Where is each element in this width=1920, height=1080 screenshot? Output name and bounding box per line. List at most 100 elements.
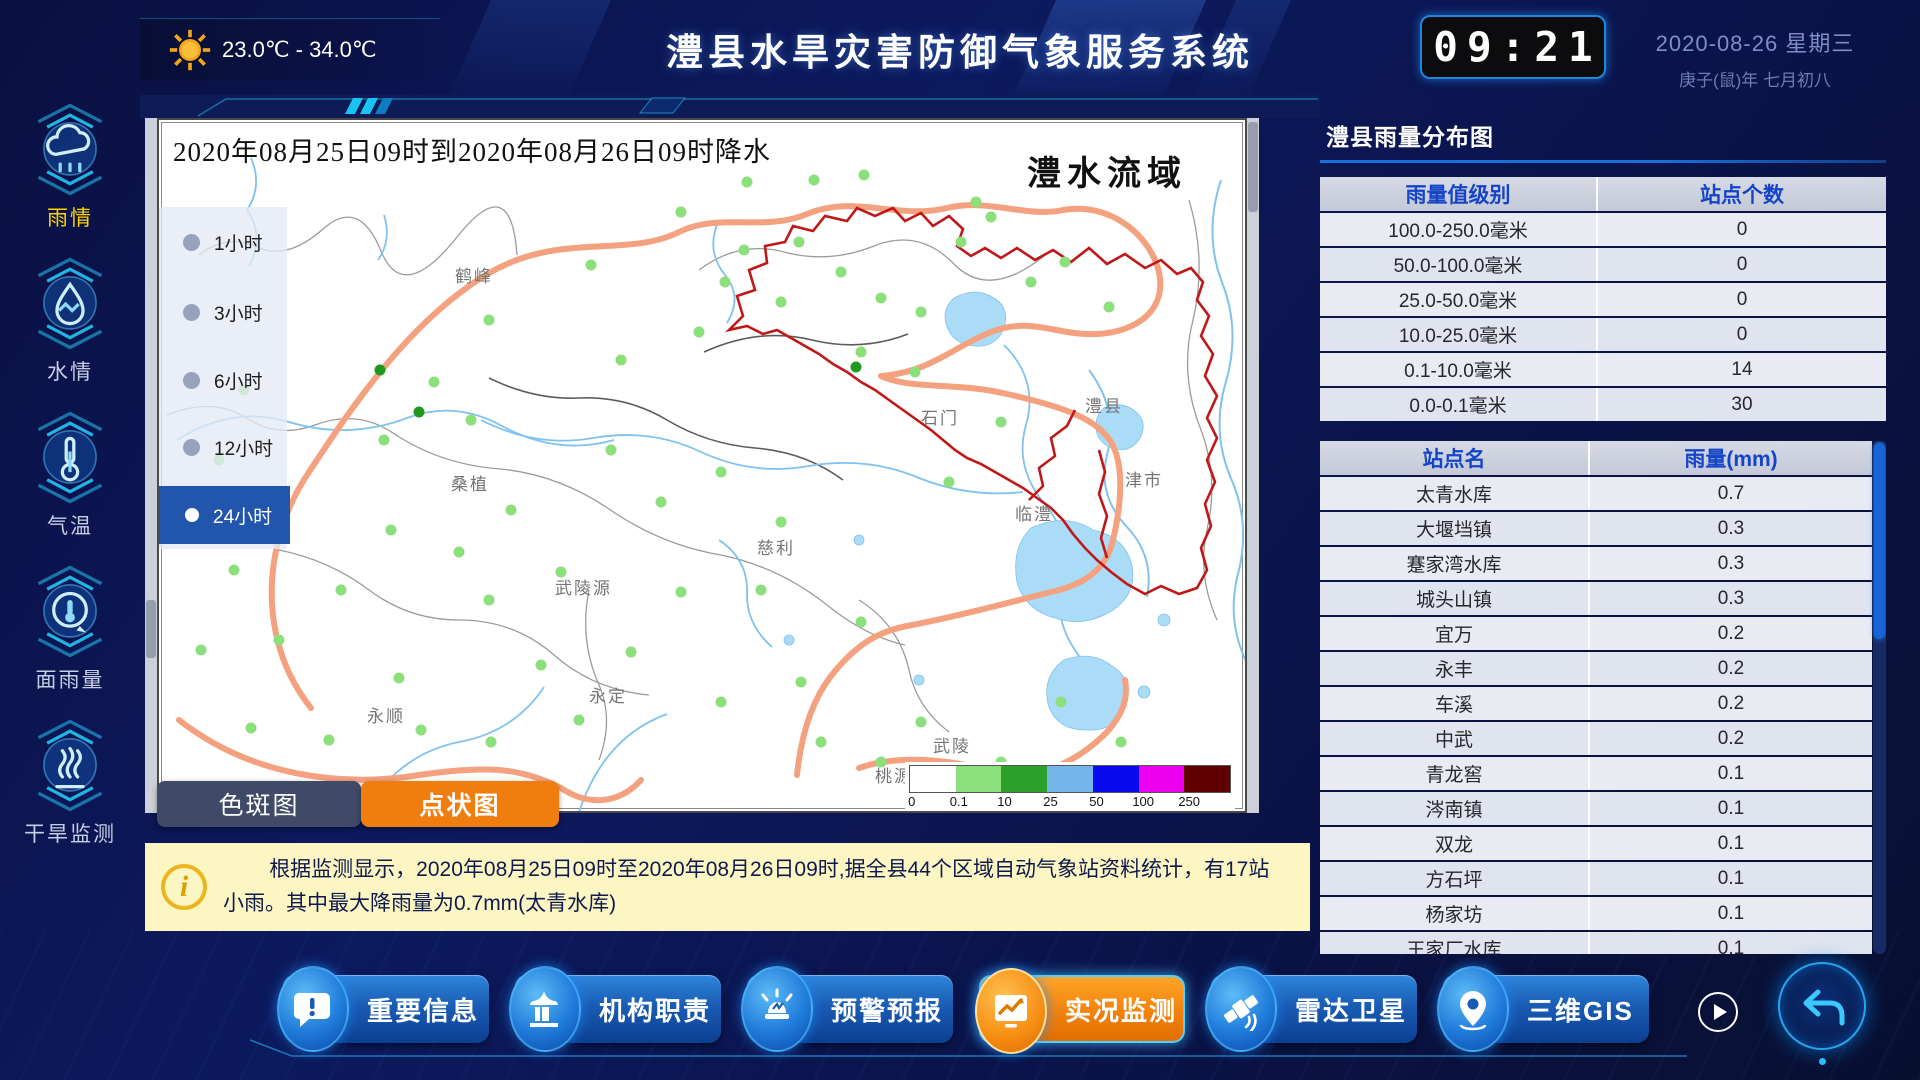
cell-label: 双龙 xyxy=(1320,827,1588,860)
time-option-6小时[interactable]: 6小时 xyxy=(159,351,287,409)
time-option-24小时[interactable]: 24小时 xyxy=(159,486,290,544)
station-dot xyxy=(876,757,887,768)
station-dot xyxy=(1104,302,1115,313)
nav-button-5[interactable]: 三维GIS xyxy=(1443,975,1649,1043)
city-label-澧县: 澧县 xyxy=(1085,397,1123,416)
satellite-icon xyxy=(1219,987,1263,1031)
play-icon xyxy=(1714,1004,1727,1020)
station-dot xyxy=(856,617,867,628)
time-option-12小时[interactable]: 12小时 xyxy=(159,418,287,476)
info-icon: i xyxy=(161,864,207,910)
station-dot xyxy=(616,355,627,366)
sidebar-item-3[interactable]: 面雨量 xyxy=(0,562,140,694)
map-title: 2020年08月25日09时到2020年08月26日09时降水 xyxy=(173,130,771,169)
nav-icon-badge xyxy=(741,966,813,1052)
scrollbar-thumb[interactable] xyxy=(1248,122,1258,212)
legend-label: 0 xyxy=(908,794,915,809)
cell-label: 方石坪 xyxy=(1320,862,1588,895)
sidebar-item-0[interactable]: 雨情 xyxy=(0,100,140,232)
cell-value: 0 xyxy=(1596,213,1886,246)
city-label-永定: 永定 xyxy=(589,687,627,706)
station-dot xyxy=(756,585,767,596)
layer-button-point-map[interactable]: 点状图 xyxy=(361,781,559,827)
areal-rain-icon xyxy=(22,562,118,662)
station-dot xyxy=(816,737,827,748)
cell-label: 10.0-25.0毫米 xyxy=(1320,318,1596,351)
rainfall-map[interactable]: 2020年08月25日09时到2020年08月26日09时降水 澧水流域 xyxy=(157,118,1247,813)
radio-icon xyxy=(183,234,200,251)
station-dot xyxy=(694,327,705,338)
sidebar-item-2[interactable]: 气温 xyxy=(0,408,140,540)
station-dot xyxy=(1026,277,1037,288)
legend-label: 50 xyxy=(1089,794,1103,809)
rain-cloud-icon xyxy=(22,100,118,200)
station-dot xyxy=(394,673,405,684)
cell-label: 25.0-50.0毫米 xyxy=(1320,283,1596,316)
nav-button-label: 预警预报 xyxy=(831,991,943,1028)
city-label-武陵: 武陵 xyxy=(933,737,971,756)
rain-level-row: 10.0-25.0毫米0 xyxy=(1320,318,1886,351)
nav-icon-badge xyxy=(277,966,349,1052)
station-dot xyxy=(851,362,862,373)
rain-level-header: 雨量值级别站点个数 xyxy=(1320,177,1886,211)
scrollbar-thumb[interactable] xyxy=(146,600,156,658)
rain-level-row: 25.0-50.0毫米0 xyxy=(1320,283,1886,316)
map-legend: 00.1102550100250 xyxy=(905,762,1235,811)
nav-button-0[interactable]: 重要信息 xyxy=(283,975,489,1043)
legend-label: 10 xyxy=(997,794,1011,809)
station-dot xyxy=(916,307,927,318)
temperature-range: 23.0℃ - 34.0℃ xyxy=(222,37,377,63)
station-dot xyxy=(996,417,1007,428)
time-option-3小时[interactable]: 3小时 xyxy=(159,283,287,341)
sidebar-item-1[interactable]: 水情 xyxy=(0,254,140,386)
station-dot xyxy=(776,517,787,528)
time-option-1小时[interactable]: 1小时 xyxy=(159,213,287,271)
station-dot xyxy=(739,245,750,256)
station-dot xyxy=(246,723,257,734)
station-dot xyxy=(1060,257,1071,268)
panel-title-underline xyxy=(1320,160,1886,163)
time-range-panel: 1小时 3小时 6小时 12小时 24小时 xyxy=(159,207,287,549)
cell-label: 青龙窖 xyxy=(1320,757,1588,790)
station-table-scrollbar[interactable] xyxy=(1873,441,1886,954)
nav-button-4[interactable]: 雷达卫星 xyxy=(1211,975,1417,1043)
scrollbar-thumb[interactable] xyxy=(1874,443,1885,639)
station-dot xyxy=(466,415,477,426)
sidebar-item-label: 雨情 xyxy=(47,202,93,232)
date-text: 2020-08-26 星期三 xyxy=(1620,26,1890,58)
nav-button-3[interactable]: 实况监测 xyxy=(979,975,1185,1043)
station-dot xyxy=(429,377,440,388)
cell-value: 0.1 xyxy=(1588,827,1872,860)
map-right-scrollbar[interactable] xyxy=(1247,118,1259,813)
nav-button-label: 重要信息 xyxy=(367,991,479,1028)
legend-label: 25 xyxy=(1043,794,1057,809)
col-header: 雨量值级别 xyxy=(1320,177,1596,211)
return-button[interactable] xyxy=(1778,962,1866,1050)
legend-label: 250 xyxy=(1178,794,1200,809)
bottom-nav: 重要信息机构职责 预警预报实况监测雷达卫星三维GIS xyxy=(283,975,1649,1043)
map-left-scrollbar[interactable] xyxy=(145,118,157,813)
sidebar-item-4[interactable]: 干旱监测 xyxy=(0,716,140,848)
station-dot xyxy=(676,587,687,598)
station-dot xyxy=(196,645,207,656)
cell-value: 0.1 xyxy=(1588,757,1872,790)
layer-button-spot-map[interactable]: 色斑图 xyxy=(157,781,361,827)
station-dot xyxy=(859,170,870,181)
nav-button-2[interactable]: 预警预报 xyxy=(747,975,953,1043)
station-dot xyxy=(626,647,637,658)
cell-value: 14 xyxy=(1596,353,1886,386)
nav-button-1[interactable]: 机构职责 xyxy=(515,975,721,1043)
rain-level-row: 0.0-0.1毫米30 xyxy=(1320,388,1886,421)
station-dot xyxy=(876,293,887,304)
play-button[interactable] xyxy=(1698,992,1738,1032)
cell-label: 车溪 xyxy=(1320,687,1588,720)
station-dot xyxy=(916,717,927,728)
station-dot xyxy=(379,435,390,446)
station-dot xyxy=(944,477,955,488)
station-rain-row: 青龙窖0.1 xyxy=(1320,757,1872,790)
page-title: 澧县水旱灾害防御气象服务系统 xyxy=(560,22,1360,76)
station-dot xyxy=(586,260,597,271)
sidebar-item-label: 气温 xyxy=(47,510,93,540)
radio-icon xyxy=(183,439,200,456)
cell-value: 0.7 xyxy=(1588,477,1872,510)
